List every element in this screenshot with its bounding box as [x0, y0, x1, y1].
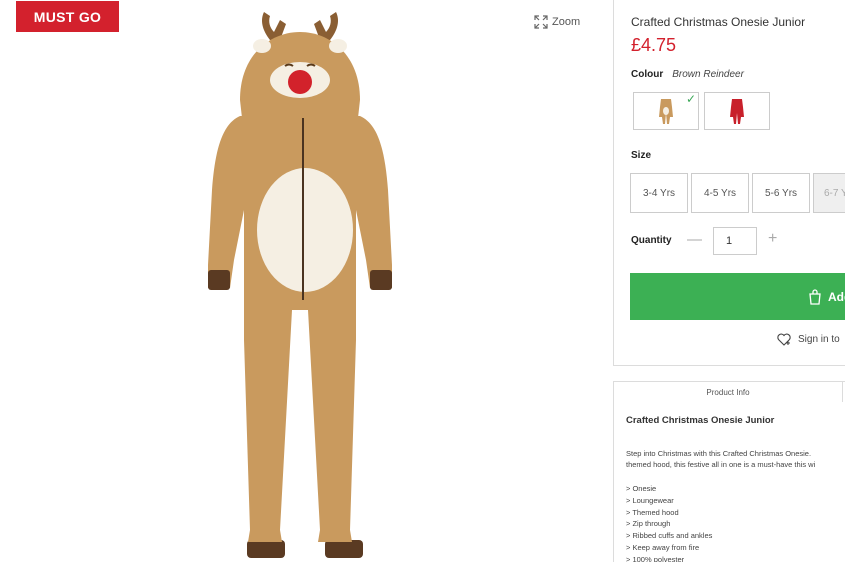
sign-in-label: Sign in to	[798, 334, 840, 345]
quantity-input[interactable]: 1	[713, 227, 757, 255]
must-go-badge: MUST GO	[16, 1, 119, 32]
description-line: Step into Christmas with this Crafted Ch…	[626, 449, 812, 458]
zoom-label: Zoom	[552, 16, 581, 28]
product-title: Crafted Christmas Onesie Junior	[631, 15, 806, 29]
product-description: Step into Christmas with this Crafted Ch…	[626, 448, 845, 470]
size-option-6-7[interactable]: 6-7 Yrs	[813, 173, 845, 213]
add-to-bag-label: Add	[828, 289, 845, 304]
info-title: Crafted Christmas Onesie Junior	[626, 415, 775, 426]
tab-product-info[interactable]: Product Info	[614, 382, 843, 402]
quantity-increase-button[interactable]: +	[768, 230, 777, 248]
colour-label: Colour	[631, 69, 664, 80]
heart-plus-icon	[777, 333, 791, 346]
list-item: > Zip through	[626, 519, 671, 529]
colour-value: Brown Reindeer	[672, 69, 744, 80]
quantity-decrease-button[interactable]: —	[687, 231, 702, 248]
size-label: Size	[631, 150, 652, 161]
list-item: > Ribbed cuffs and ankles	[626, 531, 713, 541]
size-option-5-6[interactable]: 5-6 Yrs	[752, 173, 810, 213]
list-item: > Onesie	[626, 484, 657, 493]
product-image[interactable]	[200, 10, 415, 562]
purchase-panel: Crafted Christmas Onesie Junior £4.75 Co…	[613, 0, 845, 366]
quantity-label: Quantity	[631, 235, 672, 246]
brown-onesie-thumbnail	[659, 99, 673, 124]
sign-in-wishlist-link[interactable]: Sign in to	[777, 333, 840, 346]
product-price: £4.75	[631, 35, 677, 55]
colour-swatch-red[interactable]	[704, 92, 770, 130]
bag-icon	[809, 288, 821, 305]
description-line: themed hood, this festive all in one is …	[626, 460, 816, 469]
selected-check-icon: ✓	[685, 92, 696, 106]
feature-list: > Onesie > Loungewear > Themed hood > Zi…	[626, 483, 712, 562]
colour-swatch-brown-reindeer[interactable]: ✓	[633, 92, 699, 130]
colour-row: Colour Brown Reindeer	[631, 69, 744, 80]
product-info-panel: Product Info Crafted Christmas Onesie Ju…	[613, 381, 845, 562]
red-onesie-thumbnail	[730, 99, 744, 124]
list-item: > 100% polyester	[626, 554, 685, 562]
size-option-3-4[interactable]: 3-4 Yrs	[630, 173, 688, 213]
expand-icon	[534, 15, 548, 29]
add-to-bag-button[interactable]: Add	[630, 273, 845, 320]
size-option-4-5[interactable]: 4-5 Yrs	[691, 173, 749, 213]
list-item: > Loungewear	[626, 495, 674, 505]
zoom-button[interactable]: Zoom	[534, 15, 580, 29]
list-item: > Themed hood	[626, 507, 679, 517]
list-item: > Keep away from fire	[626, 542, 700, 552]
